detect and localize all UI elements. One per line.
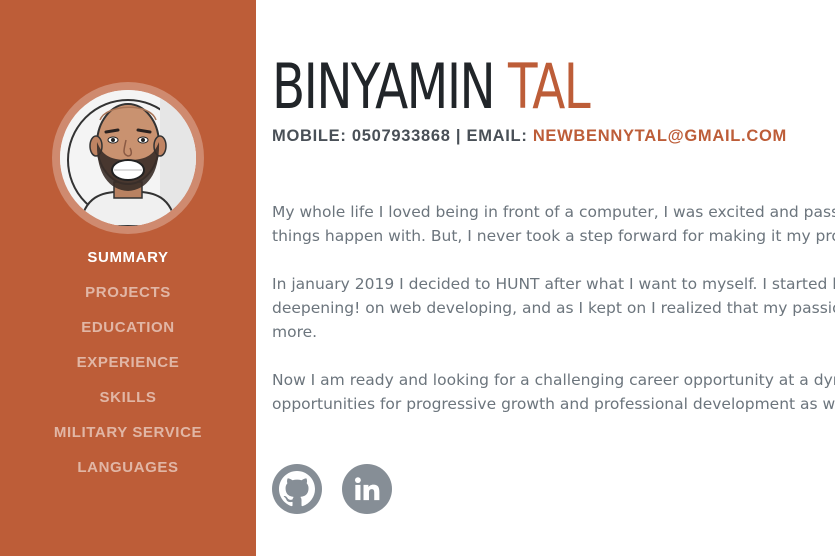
summary-line: things happen with. But, I never took a … xyxy=(272,227,835,245)
summary-line: Now I am ready and looking for a challen… xyxy=(272,371,835,389)
summary-section: My whole life I loved being in front of … xyxy=(272,200,835,440)
github-button[interactable] xyxy=(272,464,322,514)
summary-line: more. xyxy=(272,323,318,341)
main-content: BINYAMIN TAL MOBILE: 0507933868 | EMAIL:… xyxy=(256,0,835,556)
first-name: BINYAMIN xyxy=(272,50,496,123)
summary-line: My whole life I loved being in front of … xyxy=(272,203,835,221)
summary-paragraph: In january 2019 I decided to HUNT after … xyxy=(272,272,835,344)
sidebar-nav: SUMMARY PROJECTS EDUCATION EXPERIENCE SK… xyxy=(0,240,256,485)
nav-item-education[interactable]: EDUCATION xyxy=(0,310,256,345)
contact-phone-label: MOBILE: 0507933868 | EMAIL: xyxy=(272,127,533,145)
avatar-ring xyxy=(52,82,204,234)
nav-item-projects[interactable]: PROJECTS xyxy=(0,275,256,310)
nav-item-languages[interactable]: LANGUAGES xyxy=(0,450,256,485)
summary-paragraph: My whole life I loved being in front of … xyxy=(272,200,835,248)
summary-paragraph: Now I am ready and looking for a challen… xyxy=(272,368,835,416)
avatar xyxy=(60,90,196,226)
linkedin-icon xyxy=(354,477,380,501)
email-link[interactable]: NEWBENNYTAL@GMAIL.COM xyxy=(533,127,787,145)
summary-line: deepening! on web developing, and as I k… xyxy=(272,299,835,317)
summary-line: opportunities for progressive growth and… xyxy=(272,395,835,413)
nav-item-summary[interactable]: SUMMARY xyxy=(0,240,256,275)
social-links xyxy=(272,464,392,514)
last-name: TAL xyxy=(507,50,591,123)
nav-item-experience[interactable]: EXPERIENCE xyxy=(0,345,256,380)
linkedin-button[interactable] xyxy=(342,464,392,514)
github-icon xyxy=(279,471,315,507)
summary-line: In january 2019 I decided to HUNT after … xyxy=(272,275,835,293)
avatar-illustration xyxy=(60,90,196,226)
nav-item-skills[interactable]: SKILLS xyxy=(0,380,256,415)
contact-line: MOBILE: 0507933868 | EMAIL: NEWBENNYTAL@… xyxy=(272,127,787,146)
sidebar: SUMMARY PROJECTS EDUCATION EXPERIENCE SK… xyxy=(0,0,256,556)
page-title: BINYAMIN TAL xyxy=(272,50,591,124)
nav-item-military-service[interactable]: MILITARY SERVICE xyxy=(0,415,256,450)
resume-page: SUMMARY PROJECTS EDUCATION EXPERIENCE SK… xyxy=(0,0,835,556)
